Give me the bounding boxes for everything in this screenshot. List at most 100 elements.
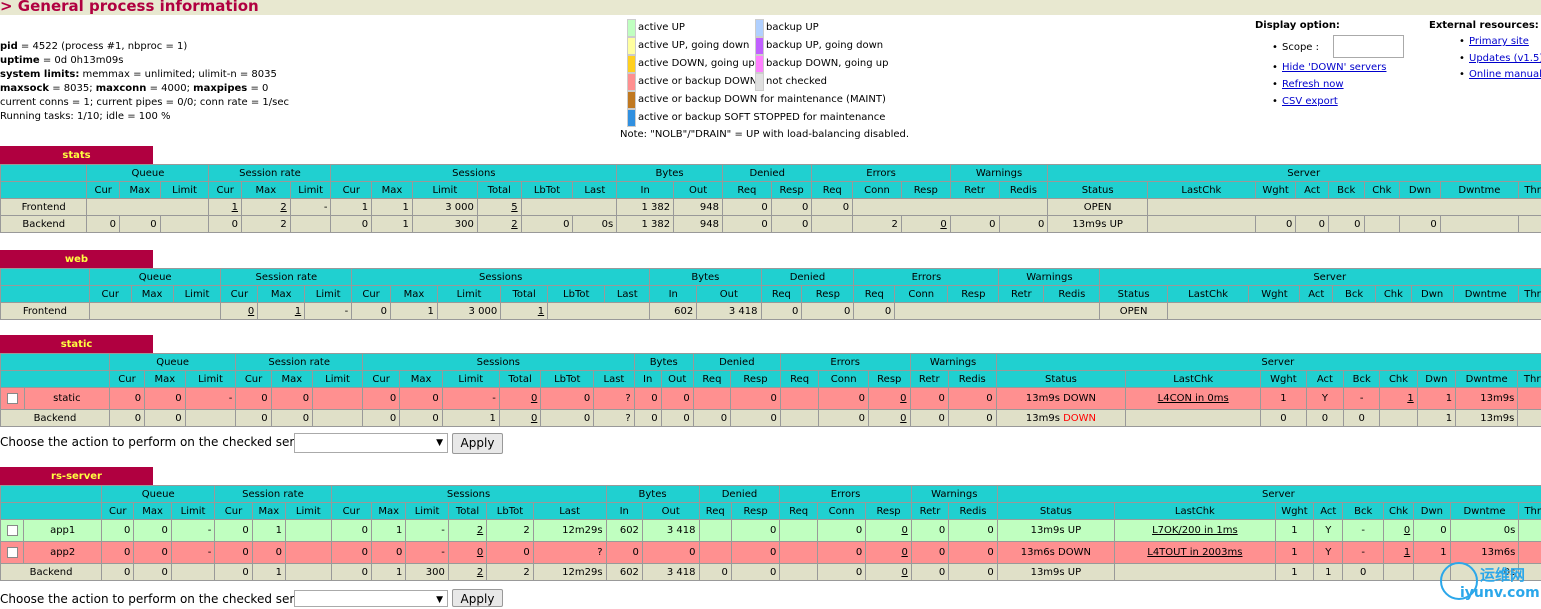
server-header: Server — [997, 486, 1541, 503]
row-name[interactable]: app1 — [24, 520, 102, 542]
hide-down-option: Hide 'DOWN' servers — [1282, 62, 1386, 73]
col-header: Max — [258, 286, 305, 303]
col-header: Wght — [1261, 371, 1307, 388]
chevron-down-icon: ▼ — [436, 438, 443, 448]
server-checkbox[interactable] — [7, 525, 18, 536]
row-name[interactable]: static — [24, 388, 109, 410]
col-header: Dwntme — [1450, 503, 1519, 520]
lastchk-value[interactable]: L4TOUT in 2003ms — [1147, 547, 1242, 558]
col-header: Thrtle — [1518, 286, 1541, 303]
primary-site-link[interactable]: Primary site — [1469, 36, 1529, 47]
col-header: Max — [131, 286, 173, 303]
col-header: Cur — [215, 503, 252, 520]
manual-item: Online manual — [1469, 69, 1541, 80]
col-header: Req — [693, 371, 730, 388]
col-header: Total — [448, 503, 486, 520]
server-checkbox[interactable] — [7, 393, 18, 404]
web-table: Queue Session rate Sessions Bytes Denied… — [0, 268, 1541, 320]
table-row: Backend 0 0 0 1 0 1 300 2 2 12m29s 602 3… — [1, 564, 1541, 581]
refresh-link[interactable]: Refresh now — [1282, 79, 1344, 90]
table-row: static 0 0 - 0 0 0 0 - 0 0 ? 0 0 0 0 0 0… — [1, 388, 1541, 410]
col-header: Max — [145, 371, 185, 388]
section-label-static[interactable]: static — [0, 335, 153, 354]
table-row: app1 0 0 - 0 1 0 1 - 2 2 12m29s 602 3 41… — [1, 520, 1541, 542]
col-header: Act — [1314, 503, 1343, 520]
warnings-header: Warnings — [910, 354, 996, 371]
legend-swatch — [627, 55, 636, 73]
section-label-stats[interactable]: stats — [0, 146, 153, 165]
col-header: Total — [499, 371, 540, 388]
action-select[interactable]: ▼ — [294, 590, 448, 607]
col-header: Resp — [948, 286, 999, 303]
apply-button[interactable]: Apply — [452, 433, 503, 454]
denied-header: Denied — [693, 354, 780, 371]
col-header: Conn — [853, 182, 902, 199]
col-header: Retr — [999, 286, 1044, 303]
col-header: Redis — [999, 182, 1048, 199]
server-header: Server — [996, 354, 1541, 371]
queue-header: Queue — [109, 354, 236, 371]
col-header: Retr — [911, 503, 948, 520]
name-header — [1, 354, 110, 371]
col-header: Max — [372, 182, 413, 199]
table-row: Backend 0 0 0 2 0 1 300 2 0 0s 1 382 948… — [1, 216, 1541, 233]
col-header: Last — [594, 371, 634, 388]
col-header: Thrtle — [1519, 503, 1541, 520]
col-header: Cur — [109, 371, 144, 388]
col-header: Chk — [1383, 503, 1413, 520]
apply-button[interactable]: Apply — [452, 589, 503, 607]
col-header: Limit — [286, 503, 332, 520]
col-header: Bck — [1333, 286, 1376, 303]
table-row: app2 0 0 - 0 0 0 0 - 0 0 ? 0 0 0 0 0 0 0… — [1, 542, 1541, 564]
col-header: Max — [252, 503, 285, 520]
col-header: Max — [390, 286, 437, 303]
col-header: Max — [271, 371, 312, 388]
server-checkbox[interactable] — [7, 547, 18, 558]
col-header: Limit — [437, 286, 500, 303]
lastchk-value[interactable]: L7OK/200 in 1ms — [1152, 525, 1238, 536]
online-manual-link[interactable]: Online manual — [1469, 69, 1541, 80]
errors-header: Errors — [780, 486, 911, 503]
col-header: Chk — [1364, 182, 1400, 199]
table-row: Frontend 0 1 - 0 1 3 000 1 602 3 418 0 0… — [1, 303, 1541, 320]
csv-export-link[interactable]: CSV export — [1282, 96, 1338, 107]
scope-input[interactable] — [1333, 35, 1404, 58]
col-header: LastChk — [1126, 371, 1261, 388]
action-select[interactable]: ▼ — [294, 433, 448, 453]
errors-header: Errors — [854, 269, 999, 286]
col-header: LbTot — [541, 371, 594, 388]
denied-header: Denied — [761, 269, 854, 286]
legend-swatch — [627, 19, 636, 37]
csv-option: CSV export — [1282, 96, 1338, 107]
session-rate-header: Session rate — [236, 354, 363, 371]
errors-header: Errors — [780, 354, 910, 371]
col-header: Wght — [1255, 182, 1296, 199]
col-header: Resp — [869, 371, 911, 388]
section-label-web[interactable]: web — [0, 250, 153, 269]
col-header: Last — [605, 286, 650, 303]
col-header: Dwntme — [1453, 286, 1518, 303]
name-header — [1, 486, 102, 503]
legend-note: Note: "NOLB"/"DRAIN" = UP with load-bala… — [620, 129, 909, 140]
col-header: Thrtle — [1518, 371, 1541, 388]
col-header: In — [617, 182, 674, 199]
lastchk-value[interactable]: L4CON in 0ms — [1158, 393, 1229, 404]
server-header: Server — [1100, 269, 1541, 286]
col-header: Limit — [160, 182, 209, 199]
sessions-header: Sessions — [352, 269, 650, 286]
col-header: Limit — [313, 371, 363, 388]
section-label-rs-server[interactable]: rs-server — [0, 467, 153, 486]
name-subheader — [1, 503, 102, 520]
external-resources: External resources: Primary site Updates… — [1429, 20, 1539, 31]
col-header: Cur — [236, 371, 271, 388]
external-resources-title: External resources: — [1429, 20, 1539, 31]
col-header: In — [606, 503, 642, 520]
status-cell: 13m9s UP — [997, 520, 1114, 542]
row-name[interactable]: app2 — [24, 542, 102, 564]
hide-down-link[interactable]: Hide 'DOWN' servers — [1282, 62, 1386, 73]
updates-link[interactable]: Updates (v1.5) — [1469, 53, 1541, 64]
action-label: Choose the action to perform on the chec… — [0, 435, 328, 449]
legend-swatch — [755, 37, 764, 55]
col-header: In — [634, 371, 661, 388]
col-header: Cur — [331, 182, 372, 199]
